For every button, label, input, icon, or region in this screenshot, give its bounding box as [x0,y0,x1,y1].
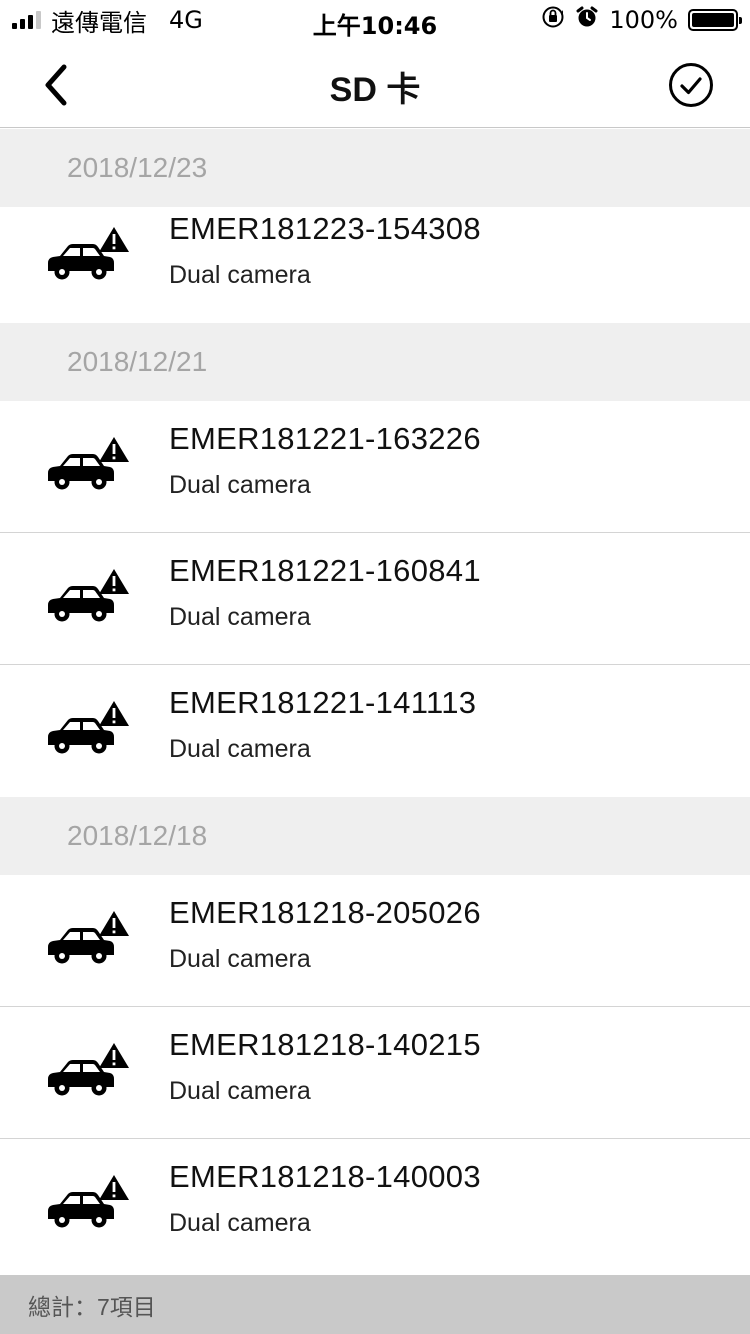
car-warning-icon [46,569,130,629]
file-name: EMER181221-160841 [169,553,481,588]
orientation-lock-icon [541,5,565,35]
total-count-bar: 總計：7項目 [0,1275,750,1334]
date-section-header: 2018/12/23 [0,129,750,207]
battery-icon [688,9,742,31]
section-date: 2018/12/21 [67,346,208,377]
list-item[interactable]: EMER181221-141113 Dual camera [0,665,750,797]
file-subtitle: Dual camera [169,603,311,631]
file-subtitle: Dual camera [169,1077,311,1105]
file-name: EMER181218-205026 [169,895,481,930]
check-circle-icon [669,63,713,107]
section-date: 2018/12/18 [67,820,208,851]
date-section-header: 2018/12/18 [0,797,750,875]
car-warning-icon [46,1175,130,1235]
battery-fill [692,13,734,27]
file-subtitle: Dual camera [169,945,311,973]
car-warning-icon [46,227,130,287]
car-warning-icon [46,701,130,761]
list-item[interactable]: EMER181221-163226 Dual camera [0,401,750,533]
list-item[interactable]: EMER181218-140003 Dual camera [0,1139,750,1271]
file-name: EMER181221-141113 [169,685,477,720]
file-subtitle: Dual camera [169,261,311,289]
list-item[interactable]: EMER181218-140215 Dual camera [0,1007,750,1139]
car-warning-icon [46,911,130,971]
total-count-label: 總計：7項目 [28,1293,156,1320]
file-name: EMER181218-140003 [169,1159,481,1194]
file-name: EMER181223-154308 [169,211,481,246]
alarm-icon [575,5,599,35]
status-right: 100% [541,5,742,35]
page-title: SD 卡 [329,71,421,109]
car-warning-icon [46,1043,130,1103]
section-date: 2018/12/23 [67,152,208,183]
date-section-header: 2018/12/21 [0,323,750,401]
file-subtitle: Dual camera [169,1209,311,1237]
file-list: 2018/12/23 EMER181223-154308 Dual camera… [0,129,750,1271]
car-warning-icon [46,437,130,497]
battery-percent: 100% [609,6,678,34]
navigation-bar: SD 卡 [0,40,750,128]
list-item[interactable]: EMER181221-160841 Dual camera [0,533,750,665]
file-subtitle: Dual camera [169,471,311,499]
sd-card-screen: 遠傳電信 4G 上午10:46 100% SD 卡 2018/12/23 EME… [0,0,750,1334]
file-name: EMER181218-140215 [169,1027,481,1062]
status-bar: 遠傳電信 4G 上午10:46 100% [0,0,750,40]
select-confirm-button[interactable] [666,60,716,110]
list-item[interactable]: EMER181218-205026 Dual camera [0,875,750,1007]
list-item[interactable]: EMER181223-154308 Dual camera [0,207,750,323]
file-name: EMER181221-163226 [169,421,481,456]
file-subtitle: Dual camera [169,735,311,763]
